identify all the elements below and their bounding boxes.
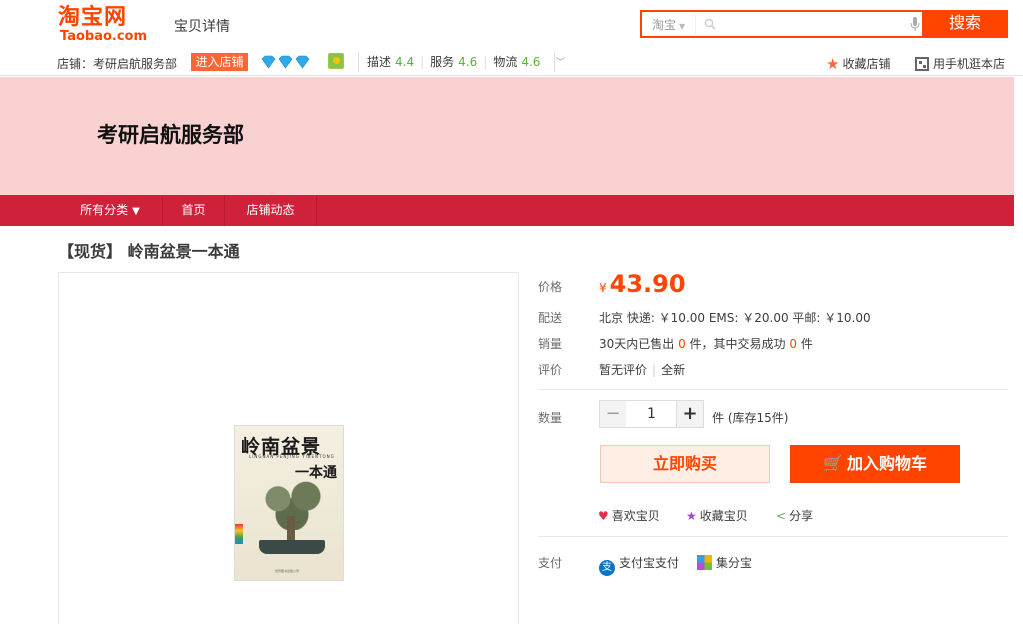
points-label: 集分宝	[716, 556, 753, 570]
jifenbao-icon	[697, 555, 713, 570]
nav-label: 所有分类	[80, 203, 129, 217]
search-input[interactable]	[722, 15, 902, 35]
qr-code-icon	[915, 57, 929, 71]
share-button[interactable]: < 分享	[776, 507, 813, 524]
diamond-rating-icon	[261, 55, 310, 69]
review-label: 评价	[538, 363, 563, 377]
product-image[interactable]: 岭南盆景 LINGNAN PENJING YIBENTONG 一本通 世界图书出…	[234, 425, 344, 581]
success-count: 0	[789, 337, 798, 351]
shop-scores: 描述 4.4 | 服务 4.6 | 物流 4.6	[358, 52, 556, 72]
search-scope-label: 淘宝	[652, 18, 677, 32]
buy-now-button[interactable]: 立即购买	[600, 445, 770, 483]
nav-home[interactable]: 首页	[163, 195, 225, 226]
bonsai-pot	[259, 540, 325, 554]
wangwang-chat-icon[interactable]	[328, 53, 344, 69]
share-label: 分享	[789, 509, 814, 523]
score-value: 4.6	[458, 55, 478, 69]
cover-color-bar	[235, 524, 243, 544]
bonsai-trunk	[287, 516, 295, 542]
sales-count: 0	[678, 337, 686, 351]
logo-cn: 淘宝网	[58, 5, 128, 30]
collect-label: 收藏宝贝	[699, 509, 748, 523]
quantity-stepper: − +	[599, 400, 705, 428]
scores-expand-icon[interactable]: ﹀	[556, 55, 565, 68]
divider	[538, 536, 1008, 537]
shipping-label: 配送	[538, 311, 563, 325]
page-title: 宝贝详情	[174, 19, 230, 35]
chevron-down-icon: ▼	[679, 22, 686, 31]
alipay-label: 支付宝支付	[619, 556, 680, 570]
banner-shop-name: 考研启航服务部	[97, 123, 244, 147]
cover-subtitle: LINGNAN PENJING YIBENTONG	[249, 454, 335, 459]
shop-label: 店铺：考研启航服务部	[57, 55, 177, 72]
shop-info-bar: 店铺：考研启航服务部 进入店铺 描述 4.4 | 服务 4.6 | 物流 4.6 ﹀ ★ 收藏店…	[0, 50, 1023, 76]
alipay-option[interactable]: 支支付宝支付	[599, 556, 680, 576]
nav-shop-news[interactable]: 店铺动态	[225, 195, 317, 226]
shipping-value: 北京 快递: ￥10.00 EMS: ￥20.00 平邮: ￥10.00	[599, 311, 871, 325]
score-label: 物流	[493, 55, 518, 69]
sales-text: 件	[797, 337, 813, 351]
cart-icon: 🛒	[823, 454, 843, 473]
star-icon: ★	[686, 509, 697, 523]
product-title: 【现货】 岭南盆景一本通	[58, 242, 240, 261]
shop-banner: 考研启航服务部	[0, 77, 1014, 195]
star-icon: ★	[826, 55, 840, 73]
quantity-input[interactable]	[626, 400, 677, 428]
condition-text: 全新	[661, 363, 686, 377]
heart-icon: ♥	[598, 509, 609, 523]
currency-symbol: ¥	[599, 281, 607, 295]
cover-publisher: 世界图书出版公司	[275, 569, 300, 573]
sales-text: 30天内已售出	[599, 337, 679, 351]
score-label: 描述	[367, 55, 392, 69]
stock-text: 件 (库存15件)	[712, 411, 789, 425]
price-value: 43.90	[609, 270, 686, 298]
add-cart-label: 加入购物车	[846, 454, 927, 473]
divider	[538, 389, 1008, 390]
score-value: 4.4	[395, 55, 415, 69]
like-button[interactable]: ♥ 喜欢宝贝	[598, 507, 660, 524]
add-to-cart-button[interactable]: 🛒 加入购物车	[790, 445, 960, 483]
alipay-icon: 支	[599, 560, 615, 576]
payment-label: 支付	[538, 556, 563, 570]
product-gallery: 岭南盆景 LINGNAN PENJING YIBENTONG 一本通 世界图书出…	[58, 272, 519, 624]
search-box: 淘宝 ▼ 搜索	[640, 10, 1008, 38]
microphone-icon[interactable]	[910, 17, 920, 31]
search-scope-select[interactable]: 淘宝 ▼	[646, 15, 696, 35]
search-button[interactable]: 搜索	[922, 10, 1008, 38]
shop-name-link[interactable]: 考研启航服务部	[93, 57, 177, 71]
logo-en: Taobao.com	[60, 29, 148, 44]
mobile-shop-label: 用手机逛本店	[933, 57, 1006, 71]
like-label: 喜欢宝贝	[611, 509, 660, 523]
nav-all-categories[interactable]: 所有分类 ▼	[58, 195, 163, 226]
favorite-shop-label: 收藏店铺	[842, 57, 891, 71]
sales-text: 件，其中交易成功	[685, 337, 790, 351]
search-icon	[704, 18, 716, 30]
points-option[interactable]: 集分宝	[697, 555, 753, 570]
favorite-shop-link[interactable]: ★ 收藏店铺	[826, 55, 890, 73]
share-icon: <	[776, 509, 787, 523]
price-label: 价格	[538, 280, 563, 294]
taobao-logo[interactable]: 淘宝网 Taobao.com	[58, 6, 150, 46]
score-value: 4.6	[521, 55, 541, 69]
review-link[interactable]: 暂无评价	[599, 363, 647, 377]
increase-button[interactable]: +	[676, 400, 704, 428]
mobile-shop-link[interactable]: 用手机逛本店	[915, 55, 1005, 72]
decrease-button[interactable]: −	[599, 400, 627, 428]
shop-label-text: 店铺：	[57, 57, 94, 71]
sales-label: 销量	[538, 337, 563, 351]
shop-nav: 所有分类 ▼ 首页 店铺动态	[0, 195, 1014, 226]
header: 淘宝网 Taobao.com 宝贝详情 淘宝 ▼ 搜索	[0, 0, 1023, 50]
enter-shop-button[interactable]: 进入店铺	[191, 53, 248, 71]
quantity-label: 数量	[538, 411, 563, 425]
score-label: 服务	[430, 55, 455, 69]
collect-button[interactable]: ★ 收藏宝贝	[686, 507, 748, 524]
caret-down-icon: ▼	[132, 206, 140, 217]
